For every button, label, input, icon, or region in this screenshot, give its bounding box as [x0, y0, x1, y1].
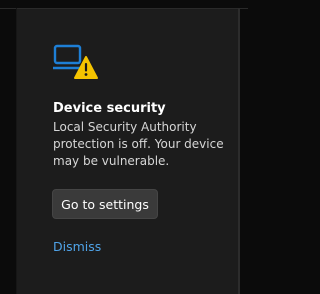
go-to-settings-button[interactable]: Go to settings — [52, 189, 158, 219]
notification-title: Device security — [53, 101, 166, 116]
notification-message: Local Security Authority protection is o… — [53, 120, 224, 168]
dismiss-link[interactable]: Dismiss — [53, 239, 101, 255]
laptop-warning-icon — [53, 44, 99, 82]
frame-right-edge — [238, 8, 240, 294]
